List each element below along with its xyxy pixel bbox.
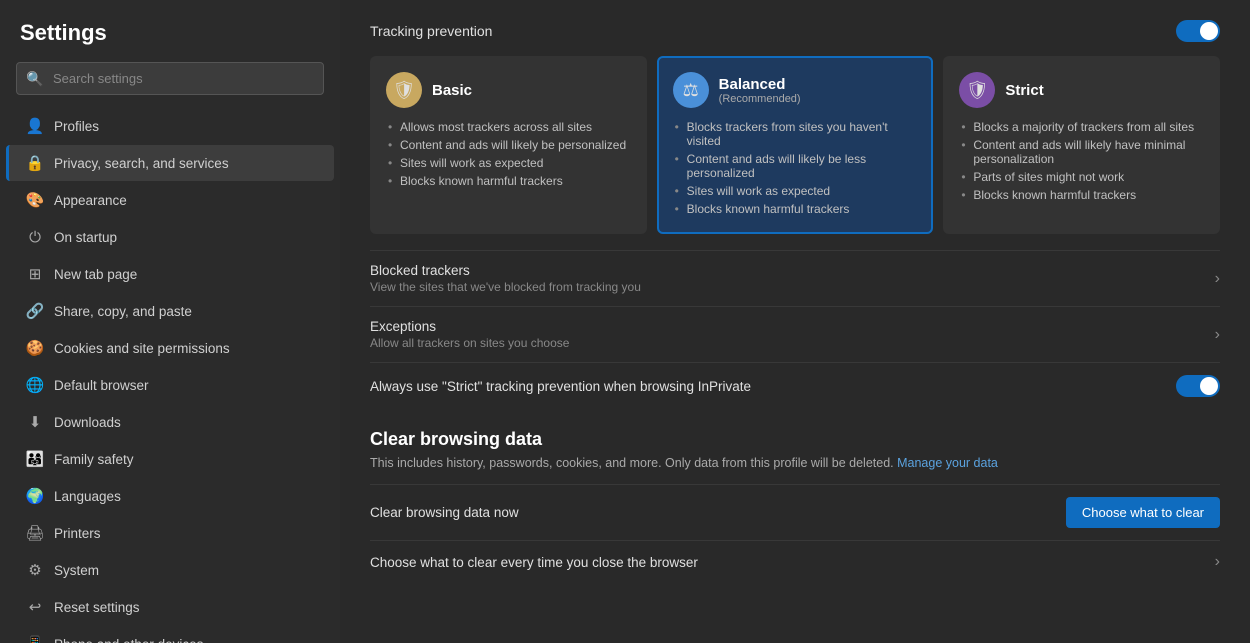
main-content: Tracking prevention 🛡 Basic Allows most … — [340, 0, 1250, 643]
tracking-toggle[interactable] — [1176, 20, 1220, 42]
chevron-right-icon: › — [1215, 326, 1220, 344]
card-name-strict: Strict — [1005, 82, 1043, 99]
clear-browsing-heading: Clear browsing data — [370, 429, 1220, 450]
choose-close-row[interactable]: Choose what to clear every time you clos… — [370, 540, 1220, 583]
nav-label-on-startup: On startup — [54, 230, 117, 245]
nav-icon-new-tab: ⊞ — [26, 265, 44, 283]
sidebar-item-appearance[interactable]: 🎨 Appearance — [6, 182, 334, 218]
tracking-card-balanced[interactable]: ⚖ Balanced (Recommended) Blocks trackers… — [657, 56, 934, 234]
nav-label-printers: Printers — [54, 526, 101, 541]
tracking-prevention-title: Tracking prevention — [370, 23, 492, 39]
search-input[interactable] — [16, 62, 324, 95]
card-bullets-basic: Allows most trackers across all sitesCon… — [386, 118, 631, 190]
sidebar-item-share-copy[interactable]: 🔗 Share, copy, and paste — [6, 293, 334, 329]
nav-icon-family-safety: 👨‍👩‍👧 — [26, 450, 44, 468]
exceptions-title: Exceptions — [370, 319, 569, 334]
always-strict-toggle[interactable] — [1176, 375, 1220, 397]
nav-label-profiles: Profiles — [54, 119, 99, 134]
sidebar-item-on-startup[interactable]: ⏻ On startup — [6, 219, 334, 255]
nav-label-reset: Reset settings — [54, 600, 140, 615]
blocked-trackers-item[interactable]: Blocked trackers View the sites that we'… — [370, 250, 1220, 306]
nav-label-cookies: Cookies and site permissions — [54, 341, 230, 356]
sidebar-item-reset[interactable]: ↩ Reset settings — [6, 589, 334, 625]
nav-label-default-browser: Default browser — [54, 378, 149, 393]
manage-data-link[interactable]: Manage your data — [897, 456, 998, 470]
nav-icon-share-copy: 🔗 — [26, 302, 44, 320]
nav-label-share-copy: Share, copy, and paste — [54, 304, 192, 319]
nav-label-new-tab: New tab page — [54, 267, 137, 282]
tracking-card-basic[interactable]: 🛡 Basic Allows most trackers across all … — [370, 56, 647, 234]
nav-label-family-safety: Family safety — [54, 452, 134, 467]
nav-icon-languages: 🌍 — [26, 487, 44, 505]
nav-icon-appearance: 🎨 — [26, 191, 44, 209]
sidebar-item-family-safety[interactable]: 👨‍👩‍👧 Family safety — [6, 441, 334, 477]
sidebar-item-new-tab[interactable]: ⊞ New tab page — [6, 256, 334, 292]
card-name-basic: Basic — [432, 82, 472, 99]
nav-icon-printers: 🖨 — [26, 524, 44, 542]
tracking-cards-row: 🛡 Basic Allows most trackers across all … — [370, 56, 1220, 234]
sidebar-item-cookies[interactable]: 🍪 Cookies and site permissions — [6, 330, 334, 366]
settings-title: Settings — [0, 20, 340, 62]
choose-close-label: Choose what to clear every time you clos… — [370, 555, 698, 570]
tracking-prevention-header: Tracking prevention — [370, 20, 1220, 42]
clear-browsing-section: Clear browsing data This includes histor… — [370, 429, 1220, 470]
card-name-balanced: Balanced — [719, 76, 801, 93]
nav-label-downloads: Downloads — [54, 415, 121, 430]
always-strict-label: Always use "Strict" tracking prevention … — [370, 379, 751, 394]
always-strict-item[interactable]: Always use "Strict" tracking prevention … — [370, 362, 1220, 409]
nav-icon-reset: ↩ — [26, 598, 44, 616]
nav-label-appearance: Appearance — [54, 193, 127, 208]
sidebar-item-downloads[interactable]: ⬇ Downloads — [6, 404, 334, 440]
chevron-right-icon: › — [1215, 270, 1220, 288]
sidebar-item-default-browser[interactable]: 🌐 Default browser — [6, 367, 334, 403]
card-icon-balanced: ⚖ — [673, 72, 709, 108]
nav-label-languages: Languages — [54, 489, 121, 504]
nav-icon-downloads: ⬇ — [26, 413, 44, 431]
nav-icon-phone: 📱 — [26, 635, 44, 643]
sidebar-nav: 👤 Profiles 🔒 Privacy, search, and servic… — [0, 107, 340, 643]
search-box[interactable]: 🔍 — [16, 62, 324, 95]
nav-label-privacy: Privacy, search, and services — [54, 156, 229, 171]
clear-now-label: Clear browsing data now — [370, 505, 519, 520]
card-icon-strict: 🛡 — [959, 72, 995, 108]
sidebar-item-printers[interactable]: 🖨 Printers — [6, 515, 334, 551]
sidebar-item-phone[interactable]: 📱 Phone and other devices — [6, 626, 334, 643]
sidebar-item-profiles[interactable]: 👤 Profiles — [6, 108, 334, 144]
sidebar-item-privacy[interactable]: 🔒 Privacy, search, and services — [6, 145, 334, 181]
exceptions-item[interactable]: Exceptions Allow all trackers on sites y… — [370, 306, 1220, 362]
nav-label-system: System — [54, 563, 99, 578]
nav-icon-system: ⚙ — [26, 561, 44, 579]
blocked-trackers-subtitle: View the sites that we've blocked from t… — [370, 280, 641, 294]
clear-now-row: Clear browsing data now Choose what to c… — [370, 484, 1220, 540]
card-icon-basic: 🛡 — [386, 72, 422, 108]
sidebar-item-languages[interactable]: 🌍 Languages — [6, 478, 334, 514]
blocked-trackers-title: Blocked trackers — [370, 263, 641, 278]
nav-icon-cookies: 🍪 — [26, 339, 44, 357]
card-bullets-balanced: Blocks trackers from sites you haven't v… — [673, 118, 918, 218]
nav-icon-privacy: 🔒 — [26, 154, 44, 172]
sidebar-item-system[interactable]: ⚙ System — [6, 552, 334, 588]
exceptions-subtitle: Allow all trackers on sites you choose — [370, 336, 569, 350]
search-icon: 🔍 — [26, 70, 43, 87]
sidebar: Settings 🔍 👤 Profiles 🔒 Privacy, search,… — [0, 0, 340, 643]
nav-icon-on-startup: ⏻ — [26, 228, 44, 246]
nav-label-phone: Phone and other devices — [54, 637, 203, 643]
chevron-right-icon: › — [1215, 553, 1220, 571]
choose-clear-button[interactable]: Choose what to clear — [1066, 497, 1220, 528]
tracking-card-strict[interactable]: 🛡 Strict Blocks a majority of trackers f… — [943, 56, 1220, 234]
nav-icon-profiles: 👤 — [26, 117, 44, 135]
card-bullets-strict: Blocks a majority of trackers from all s… — [959, 118, 1204, 204]
nav-icon-default-browser: 🌐 — [26, 376, 44, 394]
clear-browsing-desc: This includes history, passwords, cookie… — [370, 456, 1220, 470]
